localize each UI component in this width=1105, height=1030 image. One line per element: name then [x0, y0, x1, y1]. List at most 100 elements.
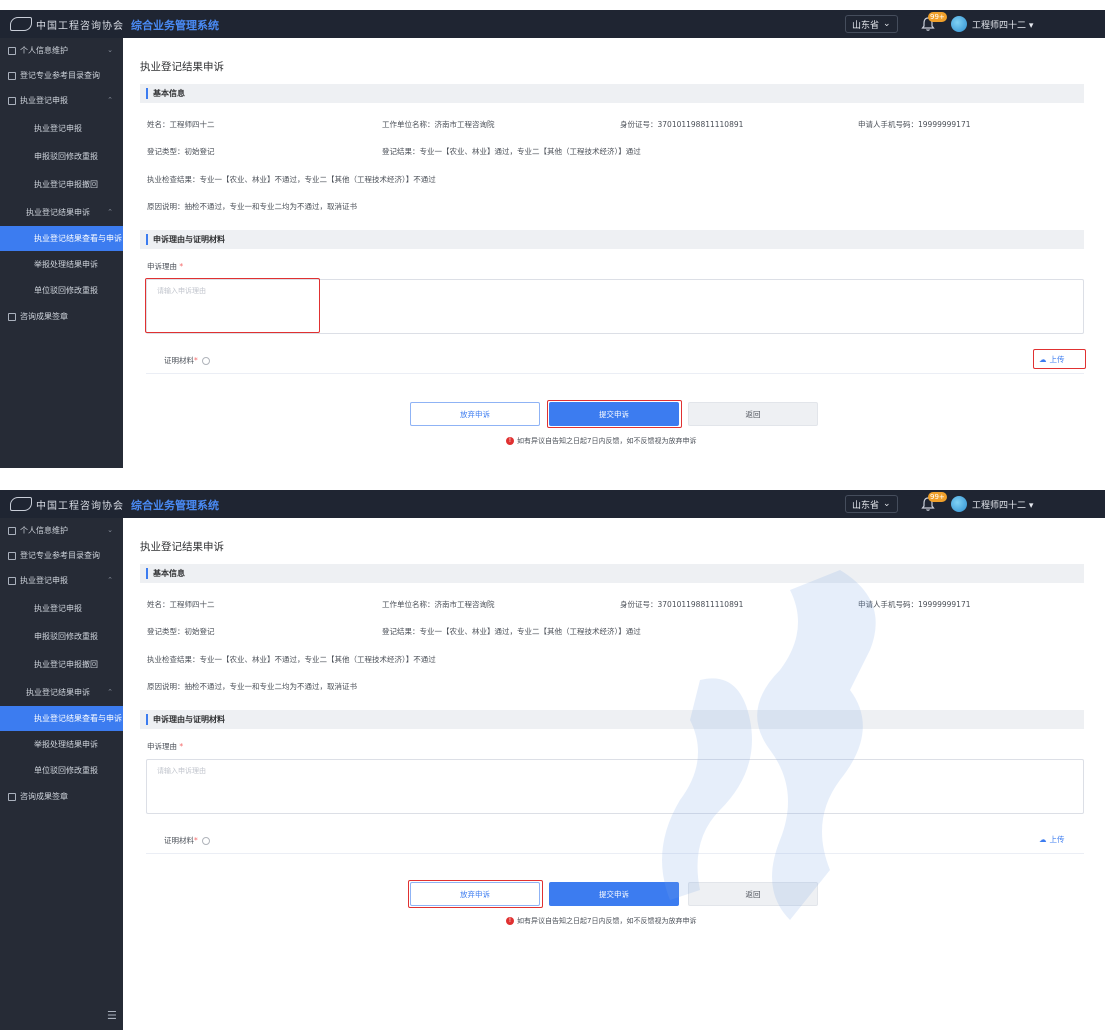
sidebar: 个人信息维护 ⌄ 登记专业参考目录查询 执业登记申报 ⌃ 执业登记申报 申报驳回修改…: [0, 518, 123, 1030]
chevron-down-icon: ⌄: [107, 526, 113, 534]
user-name: 工程师四十二: [972, 501, 1027, 511]
alert-icon: !: [506, 437, 514, 445]
logo: 中国工程咨询协会: [10, 16, 124, 32]
sidebar-item-label: 单位驳回修改重报: [34, 286, 98, 295]
required-mark: *: [194, 836, 198, 845]
user-name: 工程师四十二: [972, 21, 1027, 31]
abandon-appeal-button[interactable]: 放弃申诉: [410, 402, 540, 426]
submit-appeal-button[interactable]: 提交申诉: [549, 882, 679, 906]
sidebar-item-rejected-resubmit[interactable]: 申报驳回修改重报: [0, 624, 123, 649]
user-menu[interactable]: 工程师四十二 ▾: [972, 18, 1033, 31]
top-bar: 中国工程咨询协会 综合业务管理系统 山东省 ⌄ 99+ 工程师四十二 ▾: [0, 490, 1105, 518]
reg-type-field: 登记类型：初始登记: [147, 147, 215, 156]
sidebar-item-seal[interactable]: 咨询成果签章: [0, 304, 123, 329]
page-title: 执业登记结果申诉: [140, 61, 224, 73]
chevron-down-icon: ⌄: [883, 499, 891, 509]
help-icon[interactable]: [201, 357, 210, 365]
logo-mark-icon: [10, 497, 32, 511]
reason-note-field: 原因说明：抽检不通过，专业一和专业二均为不通过，取消证书: [147, 682, 357, 691]
avatar[interactable]: [951, 496, 967, 512]
back-button[interactable]: 返回: [688, 402, 818, 426]
cloud-upload-icon: ☁: [1039, 355, 1047, 364]
sidebar-item-label: 个人信息维护: [20, 46, 68, 55]
upload-button[interactable]: ☁ 上传: [1039, 834, 1065, 845]
app-title: 综合业务管理系统: [131, 499, 219, 512]
proof-row: 证明材料* ☁ 上传: [146, 826, 1084, 854]
phone-field: 申请人手机号码：19999999171: [858, 600, 971, 609]
sidebar-item-registration[interactable]: 执业登记申报 ⌃: [0, 568, 123, 593]
section-title: 申诉理由与证明材料: [153, 715, 225, 724]
sidebar-item-result-view-appeal[interactable]: 执业登记结果查看与申诉: [0, 706, 123, 731]
appeal-reason-textarea[interactable]: 请输入申诉理由: [146, 279, 1084, 334]
appeal-reason-textarea[interactable]: 请输入申诉理由: [146, 759, 1084, 814]
sidebar-item-registration[interactable]: 执业登记申报 ⌃: [0, 88, 123, 113]
sidebar-item-label: 执业登记结果申诉: [26, 208, 90, 217]
sidebar-item-registration-withdraw[interactable]: 执业登记申报撤回: [0, 652, 123, 677]
proof-label: 证明材料*: [164, 835, 210, 846]
sidebar-item-label: 执业登记申报: [20, 96, 68, 105]
proof-label: 证明材料*: [164, 355, 210, 366]
proof-row: 证明材料* ☁ 上传: [146, 346, 1084, 374]
notification-badge: 99+: [928, 492, 947, 502]
chevron-up-icon: ⌃: [107, 208, 113, 216]
back-button[interactable]: 返回: [688, 882, 818, 906]
top-bar: 中国工程咨询协会 综合业务管理系统 山东省 ⌄ 99+ 工程师四十二 ▾: [0, 10, 1105, 38]
sidebar-item-registration-apply[interactable]: 执业登记申报: [0, 116, 123, 141]
work-unit-field: 工作单位名称：济南市工程咨询院: [382, 600, 495, 609]
notice: ! 如有异议自告知之日起7日内反馈，如不反馈视为放弃申诉: [506, 916, 696, 926]
province-select[interactable]: 山东省 ⌄: [845, 495, 898, 513]
check-result-field: 执业检查结果：专业一【农业、林业】不通过，专业二【其他（工程技术经济）】不通过: [147, 655, 436, 664]
sidebar-item-label: 举报处理结果申诉: [34, 740, 98, 749]
sidebar-item-catalog-query[interactable]: 登记专业参考目录查询: [0, 543, 123, 568]
sidebar-item-report-appeal[interactable]: 举报处理结果申诉: [0, 252, 123, 277]
cloud-upload-icon: ☁: [1039, 835, 1047, 844]
province-select[interactable]: 山东省 ⌄: [845, 15, 898, 33]
notification-badge: 99+: [928, 12, 947, 22]
textarea-placeholder: 请输入申诉理由: [157, 767, 206, 775]
province-label: 山东省: [852, 500, 880, 511]
required-mark: *: [179, 262, 184, 271]
reason-note-field: 原因说明：抽检不通过，专业一和专业二均为不通过，取消证书: [147, 202, 357, 211]
sidebar-item-rejected-resubmit[interactable]: 申报驳回修改重报: [0, 144, 123, 169]
catalog-icon: [8, 551, 16, 560]
avatar[interactable]: [951, 16, 967, 32]
name-field: 姓名：工程师四十二: [147, 120, 215, 129]
sidebar-item-catalog-query[interactable]: 登记专业参考目录查询: [0, 63, 123, 88]
label-text: 证明材料: [164, 356, 194, 365]
sidebar-item-seal[interactable]: 咨询成果签章: [0, 784, 123, 809]
abandon-appeal-button[interactable]: 放弃申诉: [410, 882, 540, 906]
sidebar-item-report-appeal[interactable]: 举报处理结果申诉: [0, 732, 123, 757]
sidebar-item-personal-info[interactable]: 个人信息维护 ⌄: [0, 38, 123, 63]
section-marker: [146, 714, 148, 725]
upload-button[interactable]: ☁ 上传: [1039, 354, 1065, 365]
logo-text: 中国工程咨询协会: [36, 500, 124, 512]
chevron-up-icon: ⌃: [107, 688, 113, 696]
id-number-field: 身份证号：370101198811110891: [620, 120, 744, 129]
sidebar-item-registration-apply[interactable]: 执业登记申报: [0, 596, 123, 621]
chevron-up-icon: ⌃: [107, 576, 113, 584]
sidebar-item-label: 登记专业参考目录查询: [20, 71, 100, 80]
sidebar-item-label: 执业登记申报: [20, 576, 68, 585]
sidebar-item-unit-rejected[interactable]: 单位驳回修改重报: [0, 758, 123, 783]
sidebar-item-result-appeal[interactable]: 执业登记结果申诉 ⌃: [0, 200, 123, 225]
required-mark: *: [179, 742, 184, 751]
sidebar-item-result-appeal[interactable]: 执业登记结果申诉 ⌃: [0, 680, 123, 705]
alert-icon: !: [506, 917, 514, 925]
collapse-sidebar-icon[interactable]: ☰: [107, 1009, 117, 1022]
notice-text: 如有异议自告知之日起7日内反馈，如不反馈视为放弃申诉: [517, 917, 697, 925]
sidebar-item-registration-withdraw[interactable]: 执业登记申报撤回: [0, 172, 123, 197]
sidebar-item-result-view-appeal[interactable]: 执业登记结果查看与申诉: [0, 226, 123, 251]
sidebar-item-unit-rejected[interactable]: 单位驳回修改重报: [0, 278, 123, 303]
chevron-down-icon: ⌄: [107, 46, 113, 54]
upload-label: 上传: [1049, 355, 1065, 364]
profile-icon: [8, 526, 16, 535]
sidebar-item-personal-info[interactable]: 个人信息维护 ⌄: [0, 518, 123, 543]
help-icon[interactable]: [201, 837, 210, 845]
sidebar-item-label: 执业登记结果查看与申诉: [34, 234, 122, 243]
logo-text: 中国工程咨询协会: [36, 20, 124, 32]
user-menu[interactable]: 工程师四十二 ▾: [972, 498, 1033, 511]
submit-appeal-button[interactable]: 提交申诉: [549, 402, 679, 426]
reg-result-field: 登记结果：专业一【农业、林业】通过，专业二【其他（工程技术经济）】通过: [382, 147, 641, 156]
sidebar-item-label: 执业登记申报: [34, 124, 82, 133]
section-marker: [146, 88, 148, 99]
